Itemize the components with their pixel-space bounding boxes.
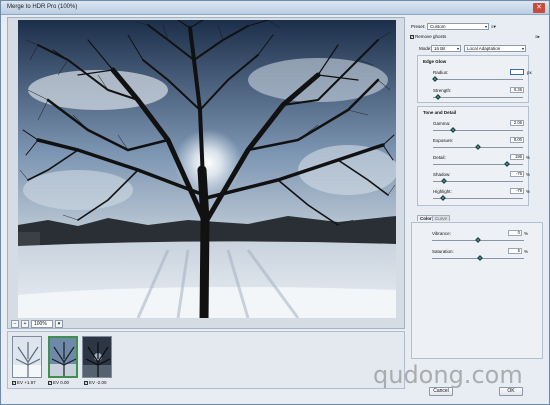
- hdr-preview-image: [18, 20, 396, 318]
- thumbnail-ev-plus[interactable]: [12, 336, 42, 378]
- vibrance-input[interactable]: 0: [508, 230, 522, 236]
- shadow-slider-knob[interactable]: [440, 178, 447, 184]
- tone-detail-title: Tone and Detail: [423, 110, 457, 115]
- chevron-down-icon: ▾: [456, 46, 459, 51]
- zoom-out-button[interactable]: −: [11, 320, 19, 328]
- preview-area: [7, 17, 405, 329]
- strength-label: Strength:: [433, 88, 452, 93]
- gamma-input[interactable]: 2.06: [510, 120, 524, 126]
- gamma-label: Gamma:: [433, 121, 451, 126]
- preset-label: Preset:: [411, 24, 426, 29]
- preset-select[interactable]: Custom ▾: [427, 23, 489, 30]
- mode-label: Mode:: [419, 46, 432, 51]
- highlight-label: Highlight:: [433, 189, 452, 194]
- exposure-label: Exposure:: [433, 138, 454, 143]
- chevron-down-icon: ▾: [521, 46, 524, 51]
- highlight-slider-track[interactable]: [433, 198, 523, 199]
- detail-slider-knob[interactable]: [503, 161, 510, 167]
- strength-slider-knob[interactable]: [434, 94, 441, 100]
- thumbnail-caption[interactable]: EV -2.00: [84, 380, 107, 386]
- radius-slider-track[interactable]: [433, 79, 523, 80]
- exposure-input[interactable]: 0.00: [510, 137, 524, 143]
- source-thumbnail-strip: EV +1.97 EV 0.00 EV -2.00: [7, 331, 405, 389]
- vibrance-unit: %: [524, 231, 529, 236]
- detail-input[interactable]: 196: [510, 154, 524, 160]
- shadow-label: Shadow:: [433, 172, 451, 177]
- radius-input[interactable]: [510, 69, 524, 75]
- method-select[interactable]: Local Adaptation ▾: [464, 45, 526, 52]
- radius-label: Radius:: [433, 70, 449, 75]
- hdr-pro-window: Merge to HDR Pro (100%) ✕ − + 100% ▾ ✓EV…: [0, 0, 550, 405]
- saturation-slider-knob[interactable]: [476, 255, 483, 261]
- gamma-slider-track[interactable]: [433, 130, 523, 131]
- color-section: Vibrance: 0 % Saturation: 5 %: [411, 222, 543, 359]
- edge-glow-section: Edge Glow Radius: px Strength: 0.26: [417, 55, 532, 103]
- vibrance-slider-knob[interactable]: [475, 237, 481, 243]
- panel-menu-icon[interactable]: ≡▸: [535, 34, 540, 40]
- exposure-slider-knob[interactable]: [475, 144, 481, 150]
- radius-slider-knob[interactable]: [431, 76, 438, 82]
- settings-panel: Preset: Custom▾ ≡▾ ≡▸ Remove ghosts Mode…: [407, 17, 547, 404]
- strength-input[interactable]: 0.26: [510, 87, 524, 93]
- checkbox-icon[interactable]: [12, 380, 16, 386]
- saturation-unit: %: [524, 249, 529, 254]
- checkbox-icon[interactable]: [48, 380, 52, 386]
- shadow-unit: %: [526, 172, 531, 177]
- tab-curve[interactable]: Curve: [432, 215, 451, 221]
- bit-depth-select[interactable]: 16 Bit ▾: [431, 45, 461, 52]
- saturation-label: Saturation:: [432, 249, 454, 254]
- gamma-slider-knob[interactable]: [449, 127, 456, 133]
- detail-unit: %: [526, 155, 531, 160]
- zoom-in-button[interactable]: +: [21, 320, 29, 328]
- thumbnail-caption[interactable]: EV 0.00: [48, 380, 69, 386]
- remove-ghosts-row[interactable]: Remove ghosts: [410, 34, 446, 40]
- edge-glow-title: Edge Glow: [423, 59, 447, 64]
- title-bar: Merge to HDR Pro (100%) ✕: [1, 1, 549, 15]
- chevron-down-icon: ▾: [484, 24, 487, 29]
- watermark-logo: qudong.com: [373, 361, 523, 389]
- highlight-unit: %: [526, 189, 531, 194]
- highlight-slider-knob[interactable]: [440, 195, 446, 201]
- vibrance-label: Vibrance:: [432, 231, 451, 236]
- thumbnail-caption[interactable]: EV +1.97: [12, 380, 36, 386]
- close-icon[interactable]: ✕: [533, 3, 545, 13]
- saturation-input[interactable]: 5: [508, 248, 522, 254]
- window-title: Merge to HDR Pro (100%): [7, 4, 78, 10]
- highlight-input[interactable]: -79: [510, 188, 524, 194]
- tone-detail-section: Tone and Detail Gamma: 2.06 Exposure: 0.…: [417, 106, 531, 206]
- preset-options-icon[interactable]: ≡▾: [491, 24, 496, 30]
- radius-unit: px: [527, 70, 532, 75]
- thumbnail-ev-zero[interactable]: [48, 336, 78, 378]
- checkbox-icon[interactable]: [84, 380, 88, 386]
- remove-ghosts-checkbox[interactable]: [410, 34, 414, 40]
- zoom-level[interactable]: 100%: [31, 320, 53, 328]
- zoom-bar: − + 100% ▾: [11, 319, 401, 329]
- zoom-menu-icon[interactable]: ▾: [55, 320, 63, 328]
- strength-slider-track[interactable]: [433, 97, 523, 98]
- thumbnail-ev-minus[interactable]: [82, 336, 112, 378]
- detail-label: Detail:: [433, 155, 446, 160]
- shadow-input[interactable]: -76: [510, 171, 524, 177]
